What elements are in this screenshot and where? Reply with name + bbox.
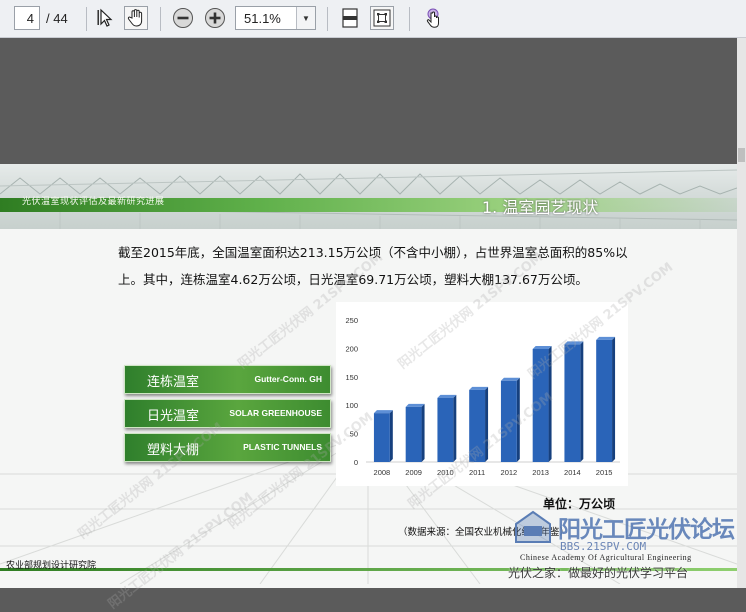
chart-bar [564,341,584,462]
chart-bar-top [405,403,425,407]
chart-bar [437,394,457,462]
zoom-level-input[interactable]: 51.1% ▼ [235,6,316,30]
y-tick-label: 200 [345,344,358,353]
tag-en-label: SOLAR GREENHOUSE [229,408,322,418]
tag-en-label: Gutter-Conn. GH [254,374,322,384]
chart-bar-face [405,406,422,462]
chart-bar-face [596,339,613,462]
y-tick-label: 0 [354,458,358,467]
banner-subtitle: 光伏温室现状评估及最新研究进展 [22,197,165,207]
x-tick-label: 2009 [405,468,422,477]
x-tick-label: 2013 [532,468,549,477]
chart-bar-top [373,410,393,414]
logo-url: BBS.21SPV.COM [560,540,647,553]
section-title: 1. 温室园艺现状 [482,198,599,217]
hand-tool-icon[interactable] [124,6,148,30]
chart-bar-side [612,336,616,462]
chart-bar-face [373,413,390,462]
logo-badge-icon [515,510,551,543]
toolbar-divider [86,7,87,31]
chart-bar [596,336,616,462]
page-number-input[interactable]: 4 [14,6,40,30]
x-tick-label: 2015 [596,468,613,477]
x-tick-label: 2011 [469,468,485,477]
chart-bar-side [580,341,584,462]
select-arrow-icon[interactable] [94,6,118,30]
logo-text: 阳光工匠光伏论坛 [558,517,735,543]
chart-bar-top [469,386,489,390]
x-tick-label: 2008 [374,468,391,477]
page-total-label: / 44 [46,10,68,26]
chart-bar-side [453,394,457,462]
zoom-level-value: 51.1% [244,10,281,26]
scrollbar-thumb[interactable] [738,148,745,162]
fit-width-icon[interactable] [370,6,394,30]
page-number-value: 4 [26,10,34,26]
vertical-scrollbar[interactable] [737,38,746,588]
institute-name: 农业部规划设计研究院 [6,561,97,571]
chevron-down-icon[interactable]: ▼ [296,7,315,29]
chart-bar [373,410,393,462]
x-tick-label: 2012 [501,468,518,477]
touch-mode-icon[interactable] [421,6,445,30]
toolbar-divider [160,7,161,31]
zoom-in-icon[interactable] [203,6,227,30]
pdf-toolbar: 4 / 44 51.1% ▼ [0,0,746,38]
y-tick-label: 150 [345,373,358,382]
chart-bar-top [596,336,616,340]
chart-bar-top [500,377,520,381]
zoom-out-icon[interactable] [171,6,195,30]
chart-bar-face [564,344,581,462]
tag-gutter-connected: 连栋温室 Gutter-Conn. GH [124,365,331,394]
fit-page-icon[interactable] [338,6,362,30]
toolbar-divider [327,7,328,31]
chart-bar-face [437,397,454,462]
institute-name-en: Chinese Academy Of Agricultural Engineer… [520,553,692,562]
chart-bar [405,403,425,462]
tag-solar-greenhouse: 日光温室 SOLAR GREENHOUSE [124,399,331,428]
chart-bar-top [437,394,457,398]
footer-watermark: 光伏之家：做最好的光伏学习平台 [508,566,689,580]
x-tick-label: 2014 [564,468,581,477]
y-tick-label: 100 [345,401,358,410]
toolbar-divider [409,7,410,31]
chart-bar-side [421,403,425,462]
y-tick-label: 250 [345,316,358,325]
greenhouse-banner: 光伏温室现状评估及最新研究进展 1. 温室园艺现状 [0,164,737,229]
tag-cn-label: 连栋温室 [147,375,200,390]
tag-cn-label: 日光温室 [147,409,200,424]
chart-bar-side [389,410,393,462]
